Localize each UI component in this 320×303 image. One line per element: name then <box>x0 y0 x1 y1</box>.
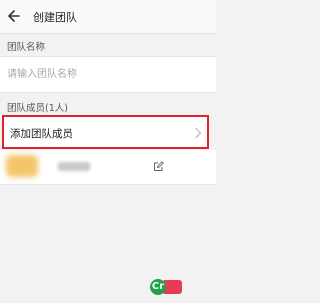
team-members-label: 团队成员(1人) <box>7 103 68 114</box>
avatar <box>6 155 38 177</box>
add-team-member-button[interactable]: 添加团队成员 <box>2 115 209 149</box>
team-name-label: 团队名称 <box>7 42 46 53</box>
member-name-blurred <box>58 162 90 171</box>
top-bar: 创建团队 <box>0 0 216 34</box>
team-name-row <box>0 56 216 93</box>
watermark-circle: Cr <box>150 279 166 295</box>
arrow-left-icon[interactable] <box>7 9 21 23</box>
page-title: 创建团队 <box>33 11 77 24</box>
edit-icon[interactable] <box>153 161 164 172</box>
add-team-member-label: 添加团队成员 <box>10 128 73 140</box>
team-name-input[interactable] <box>7 64 207 84</box>
member-list-item <box>0 150 216 185</box>
watermark-logo: Cr <box>150 278 214 298</box>
chevron-right-icon <box>195 127 202 139</box>
